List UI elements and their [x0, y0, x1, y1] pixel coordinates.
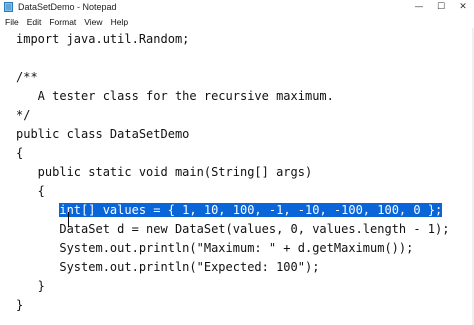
- code-line-print-maximum: System.out.println("Maximum: " + d.getMa…: [16, 241, 414, 255]
- code-line-comment-open: /**: [16, 70, 38, 84]
- selected-text: int[] values = { 1, 10, 100, -1, -10, -1…: [59, 203, 443, 217]
- close-icon: ✕: [459, 2, 467, 12]
- code-line-dataset: DataSet d = new DataSet(values, 0, value…: [16, 222, 450, 236]
- text-cursor: [68, 212, 69, 227]
- notepad-icon: [4, 2, 13, 12]
- code-line-import: import java.util.Random;: [16, 32, 190, 46]
- code-line-main-open-brace: {: [16, 184, 45, 198]
- code-line-main-decl: public static void main(String[] args): [16, 165, 313, 179]
- title-bar: DataSetDemo - Notepad — ☐ ✕: [0, 0, 474, 14]
- code-line-class-decl: public class DataSetDemo: [16, 127, 190, 141]
- menu-bar: File Edit Format View Help: [0, 15, 474, 28]
- minimize-icon: —: [414, 2, 424, 12]
- maximize-icon: ☐: [436, 2, 446, 12]
- menu-format[interactable]: Format: [49, 17, 76, 27]
- code-line-main-close-brace: }: [16, 279, 45, 293]
- close-button[interactable]: ✕: [452, 0, 474, 14]
- text-editor-area[interactable]: import java.util.Random; /** A tester cl…: [2, 30, 472, 320]
- window-title: DataSetDemo - Notepad: [18, 2, 117, 12]
- minimize-button[interactable]: —: [408, 0, 430, 14]
- code-line-class-open-brace: {: [16, 146, 24, 160]
- menu-help[interactable]: Help: [111, 17, 128, 27]
- code-line-comment-close: */: [16, 108, 31, 122]
- code-line-comment-text: A tester class for the recursive maximum…: [16, 89, 334, 103]
- code-line-values: int[] values = { 1, 10, 100, -1, -10, -1…: [16, 201, 443, 220]
- maximize-button[interactable]: ☐: [430, 0, 452, 14]
- code-line-class-close-brace: }: [16, 298, 24, 312]
- menu-view[interactable]: View: [84, 17, 102, 27]
- window-controls: — ☐ ✕: [408, 0, 474, 14]
- menu-file[interactable]: File: [5, 17, 19, 27]
- code-line-print-expected: System.out.println("Expected: 100");: [16, 260, 320, 274]
- menu-edit[interactable]: Edit: [27, 17, 42, 27]
